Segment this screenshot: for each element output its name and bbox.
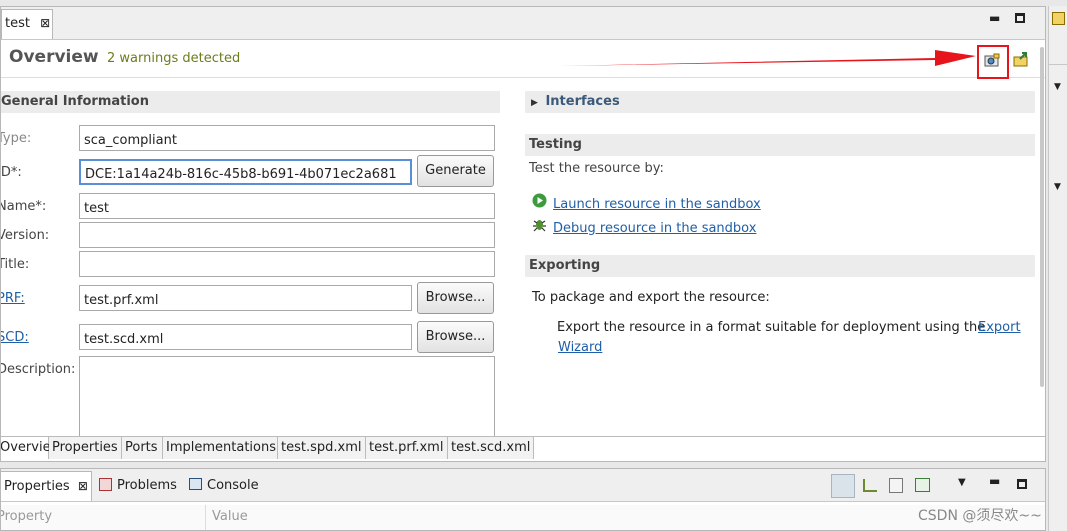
type-label: Type: [0,131,32,146]
debug-icon [532,217,547,236]
chevron-down-icon[interactable]: ▼ [1054,82,1061,92]
scd-field[interactable] [79,324,412,350]
title-field[interactable] [79,251,495,277]
tab-spd-xml[interactable]: test.spd.xml [278,437,366,459]
properties-panel: Properties ⊠ Problems Console ▼ ▬ Proper… [0,468,1046,531]
col-value: Value [212,509,248,524]
col-property: Property [0,509,53,524]
tab-problems[interactable]: Problems [117,478,177,493]
tab-ports[interactable]: Ports [122,437,163,459]
properties-tab-label: Properties [4,479,70,494]
export-wizard-link-b[interactable]: Wizard [558,340,602,355]
chevron-down-icon[interactable]: ▼ [1054,182,1061,192]
type-field[interactable] [79,125,495,151]
generate-button[interactable]: Generate [417,155,494,187]
outline-icon[interactable] [1052,12,1065,25]
general-information-header: General Information [1,91,500,113]
column-divider[interactable] [205,505,206,530]
restore-default-icon[interactable] [889,478,903,493]
launch-sandbox-icon[interactable] [983,52,1001,74]
tab-prf-xml[interactable]: test.prf.xml [366,437,448,459]
console-icon [189,478,202,490]
editor-scrollbar[interactable] [1040,47,1044,387]
export-wizard-link-a[interactable]: Export [978,320,1021,335]
prf-link[interactable]: PRF: [1,291,25,306]
prf-field[interactable] [79,285,412,311]
page-title: Overview [9,47,99,67]
maximize-icon[interactable] [1017,479,1027,489]
version-label: Version: [0,228,50,243]
tab-implementations[interactable]: Implementations [163,437,278,459]
version-field[interactable] [79,222,495,248]
watermark: CSDN @须尽欢~~ [918,508,1042,524]
description-field[interactable] [79,356,495,438]
scd-link[interactable]: SCD: [1,330,29,345]
right-side-strip: ▼ ▼ [1048,6,1067,531]
problems-icon [99,478,112,491]
tab-overview[interactable]: Overview [1,437,61,459]
id-field[interactable] [79,159,412,185]
name-label: Name*: [0,199,47,214]
view-menu-icon[interactable]: ▼ [958,477,966,488]
scd-browse-button[interactable]: Browse... [417,321,494,353]
panel-tab-bar: Properties ⊠ Problems Console ▼ ▬ [1,469,1045,502]
title-label: Title: [0,257,30,272]
filter-icon[interactable] [863,479,877,492]
minimize-icon[interactable]: ▬ [989,474,1000,488]
side-divider [1049,64,1067,65]
editor-tab-bar: test ⊠ ▬ [1,7,1045,40]
warnings-status[interactable]: 2 warnings detected [107,51,240,66]
minimize-icon[interactable]: ▬ [989,11,1000,25]
properties-table-header: Property Value [0,505,1045,530]
exporting-header: Exporting [525,255,1035,277]
description-label: Description: [0,362,76,377]
categories-icon[interactable] [831,474,855,498]
testing-intro: Test the resource by: [529,161,664,176]
tab-scd-xml[interactable]: test.scd.xml [448,437,534,459]
tab-test[interactable]: test ⊠ [1,9,53,39]
debug-sandbox-link[interactable]: Debug resource in the sandbox [553,221,756,236]
chevron-right-icon: ▶ [531,98,538,108]
pin-icon[interactable] [915,478,930,492]
id-label: ID*: [0,165,22,180]
interfaces-title: Interfaces [545,94,620,109]
interfaces-header[interactable]: ▶ Interfaces [525,91,1035,113]
maximize-icon[interactable] [1015,13,1025,23]
name-field[interactable] [79,193,495,219]
testing-header: Testing [525,134,1035,156]
exporting-intro: To package and export the resource: [532,290,770,305]
tab-properties-view[interactable]: Properties ⊠ [1,471,92,501]
tab-label: test [5,16,30,31]
launch-sandbox-link[interactable]: Launch resource in the sandbox [553,197,761,212]
tab-console[interactable]: Console [207,478,259,493]
annotation-arrow [559,50,976,66]
close-icon[interactable]: ⊠ [78,479,88,493]
tab-properties[interactable]: Properties [49,437,122,459]
close-icon[interactable]: ⊠ [40,16,50,30]
run-icon [532,193,547,212]
export-icon[interactable] [1012,51,1030,73]
exporting-text: Export the resource in a format suitable… [557,320,986,335]
prf-browse-button[interactable]: Browse... [417,282,494,314]
